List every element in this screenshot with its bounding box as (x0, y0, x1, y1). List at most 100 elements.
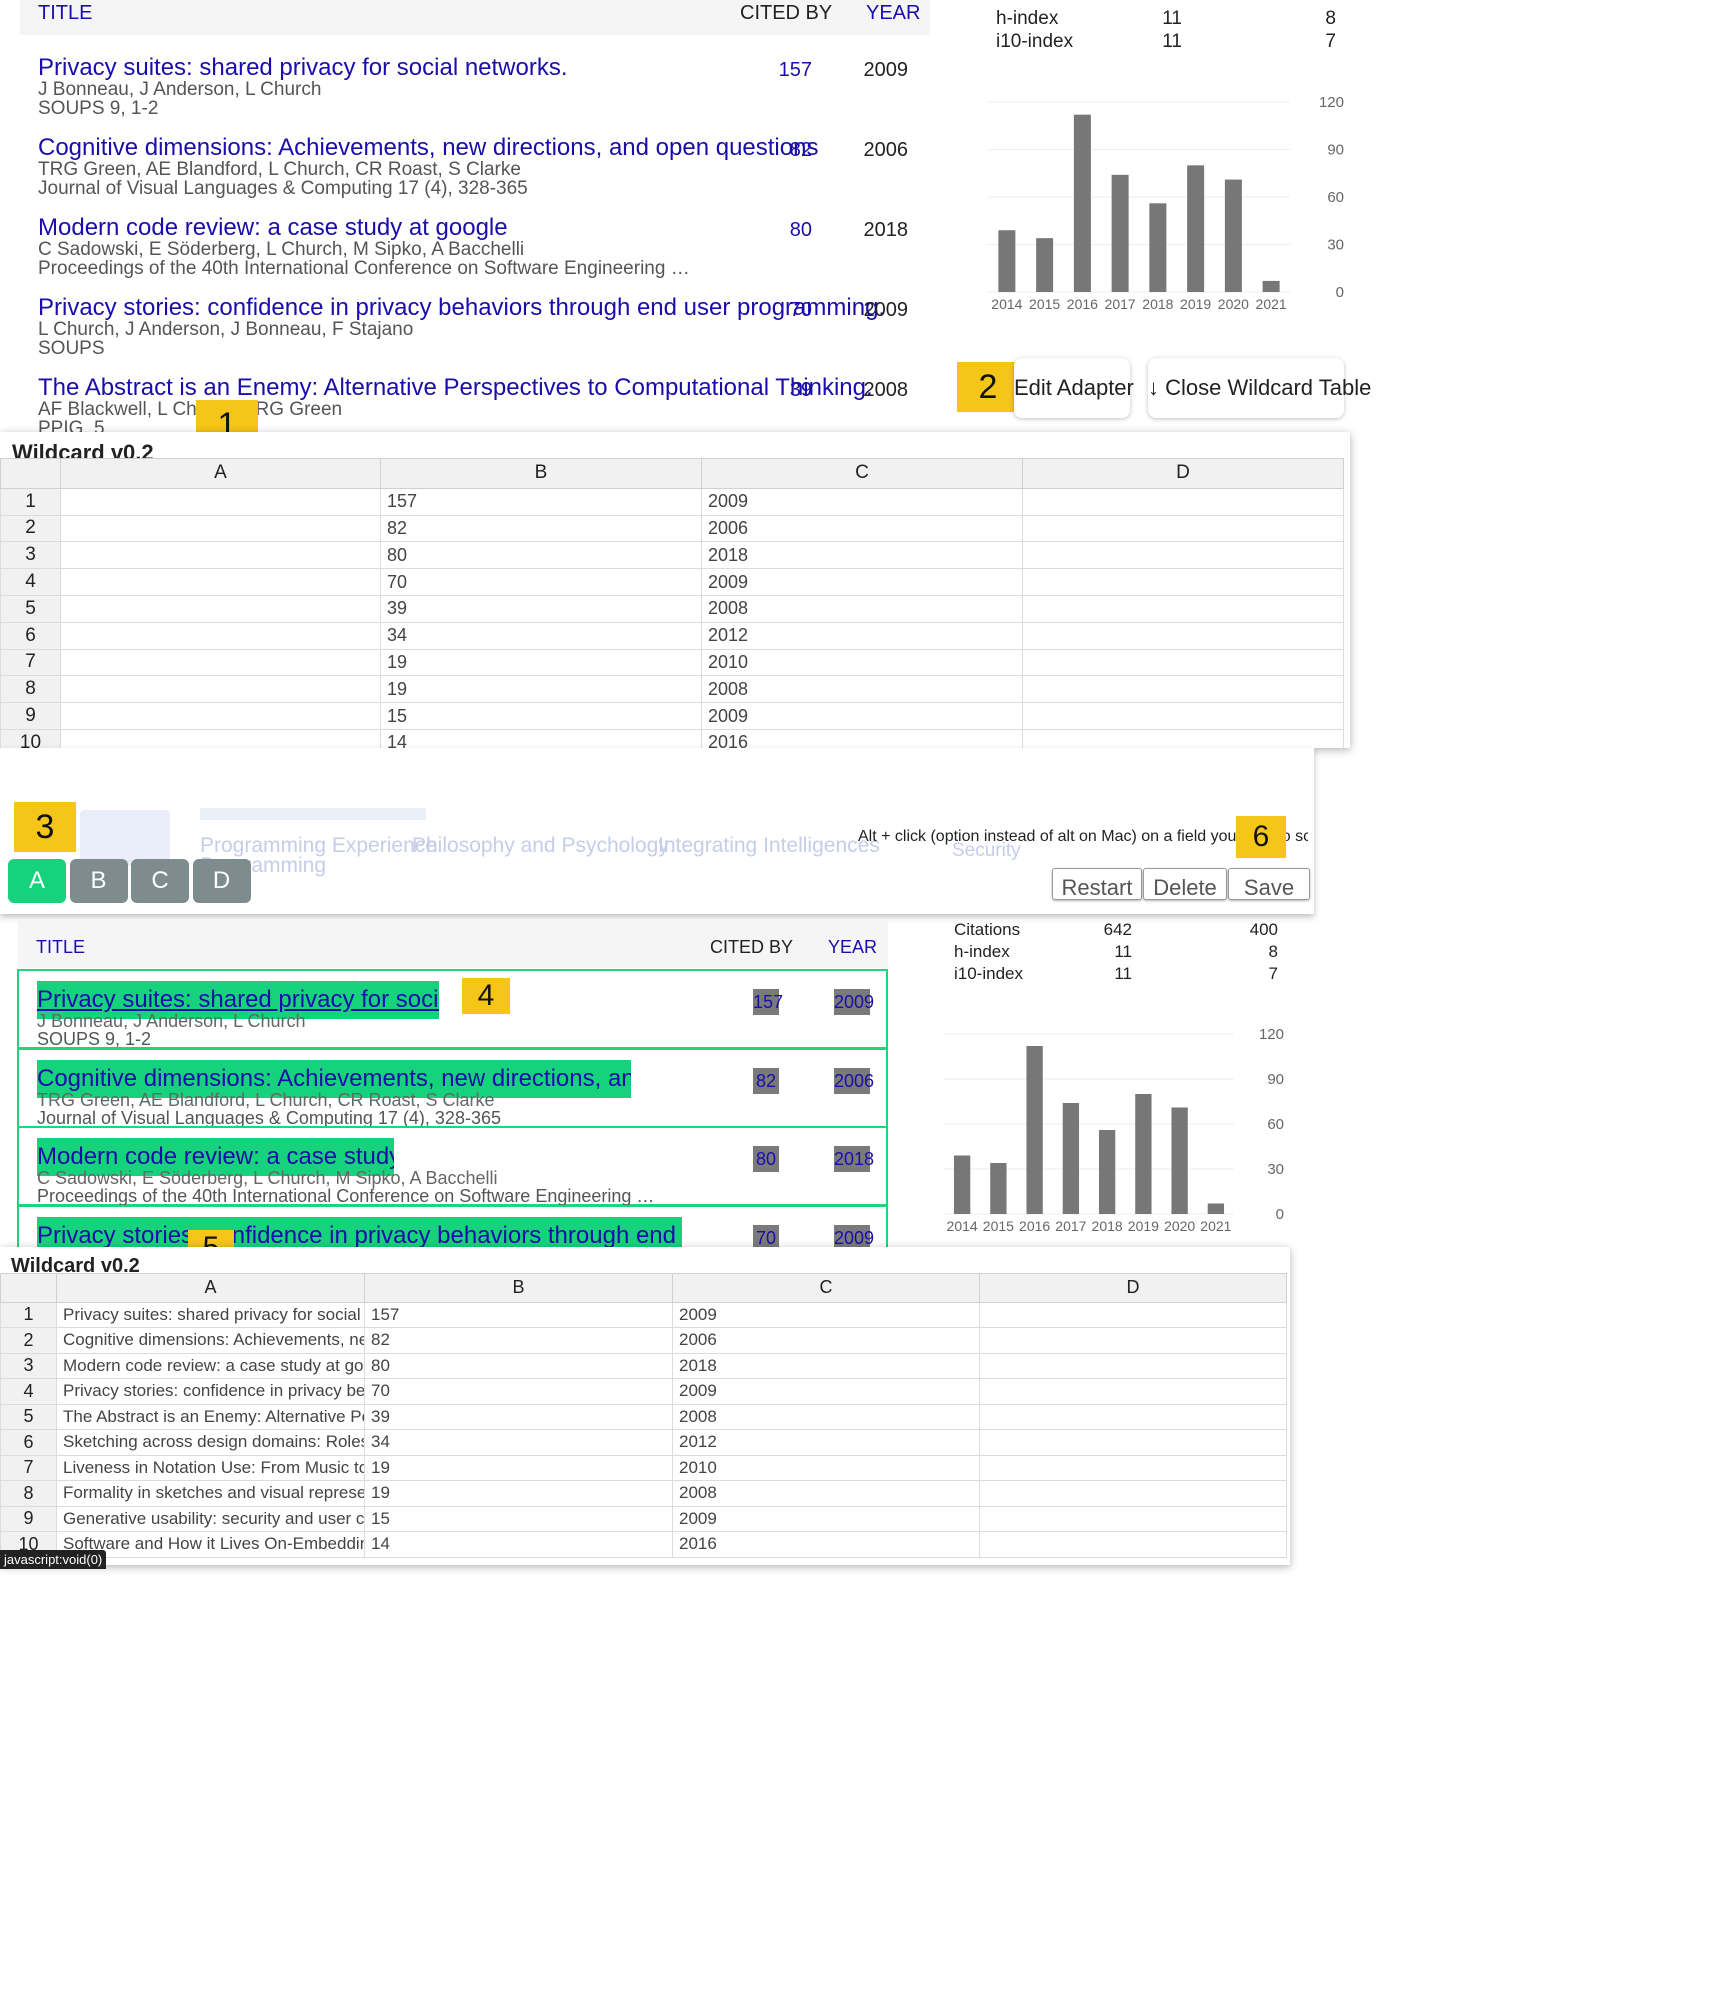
cell-d[interactable] (979, 1505, 1287, 1532)
cell-b[interactable]: 80 (380, 541, 702, 570)
cell-a[interactable] (60, 675, 381, 704)
cell-b[interactable]: 82 (364, 1327, 673, 1354)
cell-b[interactable]: 19 (380, 648, 702, 677)
cell-b[interactable]: 39 (364, 1403, 673, 1430)
bar-2020[interactable] (1224, 179, 1242, 292)
cell-c[interactable]: 2009 (672, 1378, 980, 1405)
column-button-b[interactable]: B (69, 859, 128, 903)
column-header-d[interactable]: D (979, 1273, 1287, 1303)
cell-b[interactable]: 39 (380, 594, 702, 623)
cell-c[interactable]: 2008 (672, 1403, 980, 1430)
cell-d[interactable] (979, 1352, 1287, 1379)
cell-a[interactable] (60, 594, 381, 623)
column-header-d[interactable]: D (1022, 458, 1344, 489)
bar-2018[interactable] (1098, 1130, 1116, 1214)
title-column-header[interactable]: TITLE (38, 2, 92, 25)
cell-b[interactable]: 14 (364, 1531, 673, 1558)
cell-b[interactable]: 14 (380, 728, 702, 748)
cell-d[interactable] (979, 1480, 1287, 1507)
cell-a[interactable]: Privacy stories: confidence in privacy b… (56, 1378, 365, 1405)
cited-by-link[interactable]: 39 (762, 379, 812, 402)
column-header-b[interactable]: B (364, 1273, 673, 1303)
cell-a[interactable] (60, 541, 381, 570)
cell-d[interactable] (979, 1403, 1287, 1430)
cell-b[interactable]: 70 (380, 568, 702, 596)
cell-c[interactable]: 2012 (672, 1429, 980, 1456)
cell-d[interactable] (1022, 541, 1344, 570)
cell-d[interactable] (1022, 621, 1344, 650)
cell-b[interactable]: 19 (364, 1480, 673, 1507)
cell-a[interactable] (60, 702, 381, 730)
column-header-c[interactable]: C (701, 458, 1023, 489)
highlighted-year-cell[interactable]: 2009 (834, 989, 874, 1015)
cell-c[interactable]: 2008 (672, 1480, 980, 1507)
cell-a[interactable] (60, 728, 381, 748)
delete-button[interactable]: Delete (1143, 868, 1227, 900)
year-column-header[interactable]: YEAR (828, 937, 877, 958)
title-column-header[interactable]: TITLE (36, 937, 85, 958)
bar-2021[interactable] (1207, 1203, 1225, 1215)
cell-b[interactable]: 15 (380, 702, 702, 730)
cell-d[interactable] (1022, 568, 1344, 596)
cited-by-column-header[interactable]: CITED BY (740, 2, 832, 25)
column-button-d[interactable]: D (192, 859, 251, 903)
column-header-a[interactable]: A (56, 1273, 365, 1303)
cited-by-column-header[interactable]: CITED BY (710, 937, 793, 958)
save-button[interactable]: Save (1228, 868, 1310, 900)
cell-a[interactable]: Generative usability: security and user … (56, 1505, 365, 1532)
cell-c[interactable]: 2006 (701, 514, 1023, 543)
cell-a[interactable]: The Abstract is an Enemy: Alternative Pe… (56, 1403, 365, 1430)
cell-b[interactable]: 157 (364, 1301, 673, 1328)
cell-b[interactable]: 19 (364, 1454, 673, 1481)
bar-2017[interactable] (1062, 1103, 1080, 1214)
bar-2017[interactable] (1111, 174, 1129, 292)
edit-adapter-button[interactable]: Edit Adapter (1014, 358, 1134, 418)
column-header-a[interactable]: A (60, 458, 381, 489)
cell-b[interactable]: 70 (364, 1378, 673, 1405)
cell-a[interactable]: Liveness in Notation Use: From Music to … (56, 1454, 365, 1481)
bar-2015[interactable] (1036, 238, 1054, 292)
column-button-c[interactable]: C (131, 859, 189, 903)
cited-by-link[interactable]: 157 (762, 59, 812, 82)
cell-c[interactable]: 2009 (672, 1301, 980, 1328)
restart-button[interactable]: Restart (1052, 868, 1142, 900)
cell-a[interactable] (60, 568, 381, 596)
cell-c[interactable]: 2008 (701, 675, 1023, 704)
close-wildcard-table-button[interactable]: ↓ Close Wildcard Table (1148, 358, 1371, 418)
cell-c[interactable]: 2010 (701, 648, 1023, 677)
highlighted-year-cell[interactable]: 2006 (834, 1067, 874, 1094)
column-button-a[interactable]: A (8, 859, 66, 903)
cell-a[interactable] (60, 487, 381, 516)
cell-c[interactable]: 2012 (701, 621, 1023, 650)
year-column-header[interactable]: YEAR (866, 2, 920, 25)
cell-d[interactable] (1022, 487, 1344, 516)
highlighted-cited-cell[interactable]: 82 (753, 1067, 779, 1094)
cell-c[interactable]: 2018 (672, 1352, 980, 1379)
cell-c[interactable]: 2016 (701, 728, 1023, 748)
cell-a[interactable] (60, 648, 381, 677)
cell-b[interactable]: 19 (380, 675, 702, 704)
cell-d[interactable] (1022, 675, 1344, 704)
cell-b[interactable]: 34 (380, 621, 702, 650)
cell-b[interactable]: 15 (364, 1505, 673, 1532)
cell-d[interactable] (1022, 728, 1344, 748)
cell-c[interactable]: 2018 (701, 541, 1023, 570)
bar-2014[interactable] (998, 230, 1016, 292)
bar-2019[interactable] (1135, 1094, 1152, 1214)
cell-a[interactable]: Sketching across design domains: Roles a… (56, 1429, 365, 1456)
cell-a[interactable] (60, 621, 381, 650)
cell-b[interactable]: 82 (380, 514, 702, 543)
cited-by-link[interactable]: 82 (762, 139, 812, 162)
bar-2016[interactable] (1073, 114, 1091, 293)
cell-d[interactable] (979, 1531, 1287, 1558)
cell-c[interactable]: 2016 (672, 1531, 980, 1558)
cell-d[interactable] (1022, 594, 1344, 623)
bar-2019[interactable] (1187, 165, 1205, 292)
cell-a[interactable]: Formality in sketches and visual represe… (56, 1480, 365, 1507)
cell-a[interactable]: Privacy suites: shared privacy for socia… (56, 1301, 365, 1328)
highlighted-cited-cell[interactable]: 80 (753, 1146, 779, 1172)
cell-d[interactable] (1022, 514, 1344, 543)
bar-2016[interactable] (1026, 1046, 1043, 1214)
bar-2015[interactable] (990, 1163, 1007, 1214)
cell-d[interactable] (979, 1378, 1287, 1405)
